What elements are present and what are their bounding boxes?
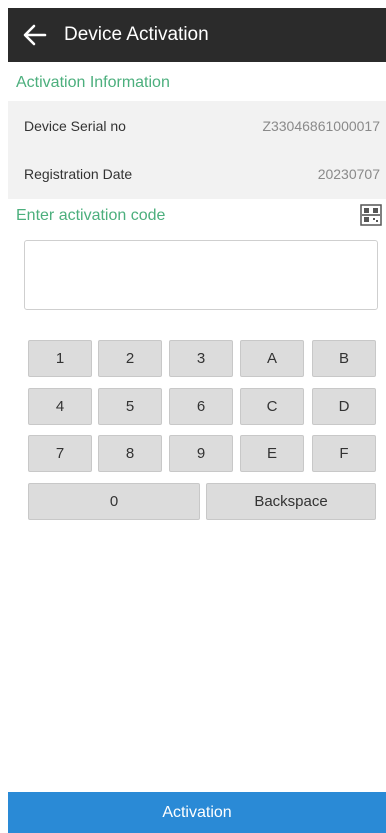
page-title: Device Activation [64, 24, 209, 45]
key-5[interactable]: 5 [98, 388, 162, 425]
registration-date-label: Registration Date [24, 166, 133, 182]
app-bar: Device Activation [8, 8, 386, 62]
key-d[interactable]: D [312, 388, 376, 425]
activation-code-heading: Enter activation code [16, 207, 166, 224]
key-0[interactable]: 0 [28, 483, 200, 520]
qr-scan-button[interactable] [360, 204, 382, 226]
key-7[interactable]: 7 [28, 435, 92, 472]
key-e[interactable]: E [240, 435, 304, 472]
activation-code-input[interactable] [24, 240, 378, 310]
key-f[interactable]: F [312, 435, 376, 472]
key-8[interactable]: 8 [98, 435, 162, 472]
device-serial-row: Device Serial no Z33046861000017 [8, 101, 386, 151]
device-serial-label: Device Serial no [24, 118, 126, 134]
key-2[interactable]: 2 [98, 340, 162, 377]
key-4[interactable]: 4 [28, 388, 92, 425]
key-1[interactable]: 1 [28, 340, 92, 377]
key-6[interactable]: 6 [169, 388, 233, 425]
backspace-key[interactable]: Backspace [206, 483, 376, 520]
key-a[interactable]: A [240, 340, 304, 377]
key-b[interactable]: B [312, 340, 376, 377]
activation-info-heading: Activation Information [16, 74, 170, 91]
registration-date-row: Registration Date 20230707 [8, 149, 386, 199]
back-button[interactable] [8, 8, 62, 62]
arrow-left-icon [23, 24, 47, 46]
key-9[interactable]: 9 [169, 435, 233, 472]
qr-scan-icon [360, 204, 382, 226]
activation-button[interactable]: Activation [8, 792, 386, 833]
key-3[interactable]: 3 [169, 340, 233, 377]
device-serial-value: Z33046861000017 [262, 118, 380, 134]
registration-date-value: 20230707 [317, 166, 380, 182]
key-c[interactable]: C [240, 388, 304, 425]
